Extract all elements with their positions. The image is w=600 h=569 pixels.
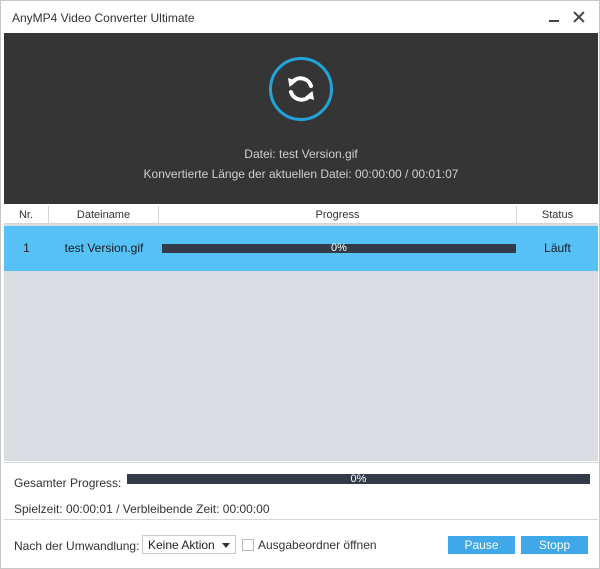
converted-length-label: Konvertierte Länge der aktuellen Datei: … bbox=[143, 167, 459, 181]
total-progress-label: Gesamter Progress: bbox=[14, 476, 122, 490]
row-filename: test Version.gif bbox=[64, 241, 144, 255]
conversion-header: Datei: test Version.gif Konvertierte Län… bbox=[4, 33, 598, 204]
footer-bar: Nach der Umwandlung: Keine Aktion Ausgab… bbox=[4, 519, 598, 568]
conversion-table: Nr. Dateiname Progress Status 1 test Ver… bbox=[4, 206, 598, 461]
after-conversion-value: Keine Aktion bbox=[148, 538, 215, 552]
total-progress-text: 0% bbox=[350, 473, 367, 485]
refresh-icon bbox=[269, 57, 333, 121]
total-progress-bar: 0% bbox=[127, 473, 590, 485]
time-info: Spielzeit: 00:00:01 / Verbleibende Zeit:… bbox=[14, 502, 270, 516]
window-title: AnyMP4 Video Converter Ultimate bbox=[12, 11, 195, 25]
column-status[interactable]: Status bbox=[517, 206, 598, 224]
table-header: Nr. Dateiname Progress Status bbox=[4, 206, 598, 224]
title-bar: AnyMP4 Video Converter Ultimate bbox=[1, 1, 599, 33]
row-status: Läuft bbox=[544, 241, 571, 255]
summary-panel: Gesamter Progress: 0% Spielzeit: 00:00:0… bbox=[4, 462, 598, 519]
column-progress[interactable]: Progress bbox=[159, 206, 517, 224]
after-conversion-label: Nach der Umwandlung: bbox=[14, 539, 140, 553]
row-number: 1 bbox=[23, 241, 30, 255]
open-folder-checkbox[interactable] bbox=[242, 539, 254, 551]
current-file-label: Datei: test Version.gif bbox=[244, 147, 358, 161]
column-nr[interactable]: Nr. bbox=[4, 206, 49, 224]
column-filename[interactable]: Dateiname bbox=[49, 206, 159, 224]
table-row[interactable]: 1 test Version.gif 0% Läuft bbox=[4, 226, 598, 271]
pause-button[interactable]: Pause bbox=[448, 536, 515, 554]
minimize-icon[interactable] bbox=[547, 10, 561, 24]
stop-button[interactable]: Stopp bbox=[521, 536, 588, 554]
open-folder-label[interactable]: Ausgabeordner öffnen bbox=[258, 538, 377, 552]
close-icon[interactable] bbox=[572, 10, 586, 24]
chevron-down-icon bbox=[222, 543, 230, 548]
app-window: AnyMP4 Video Converter Ultimate Datei: t… bbox=[0, 0, 600, 569]
row-progress-bar: 0% bbox=[162, 242, 516, 254]
after-conversion-select[interactable]: Keine Aktion bbox=[142, 535, 236, 554]
row-progress-text: 0% bbox=[331, 242, 347, 254]
